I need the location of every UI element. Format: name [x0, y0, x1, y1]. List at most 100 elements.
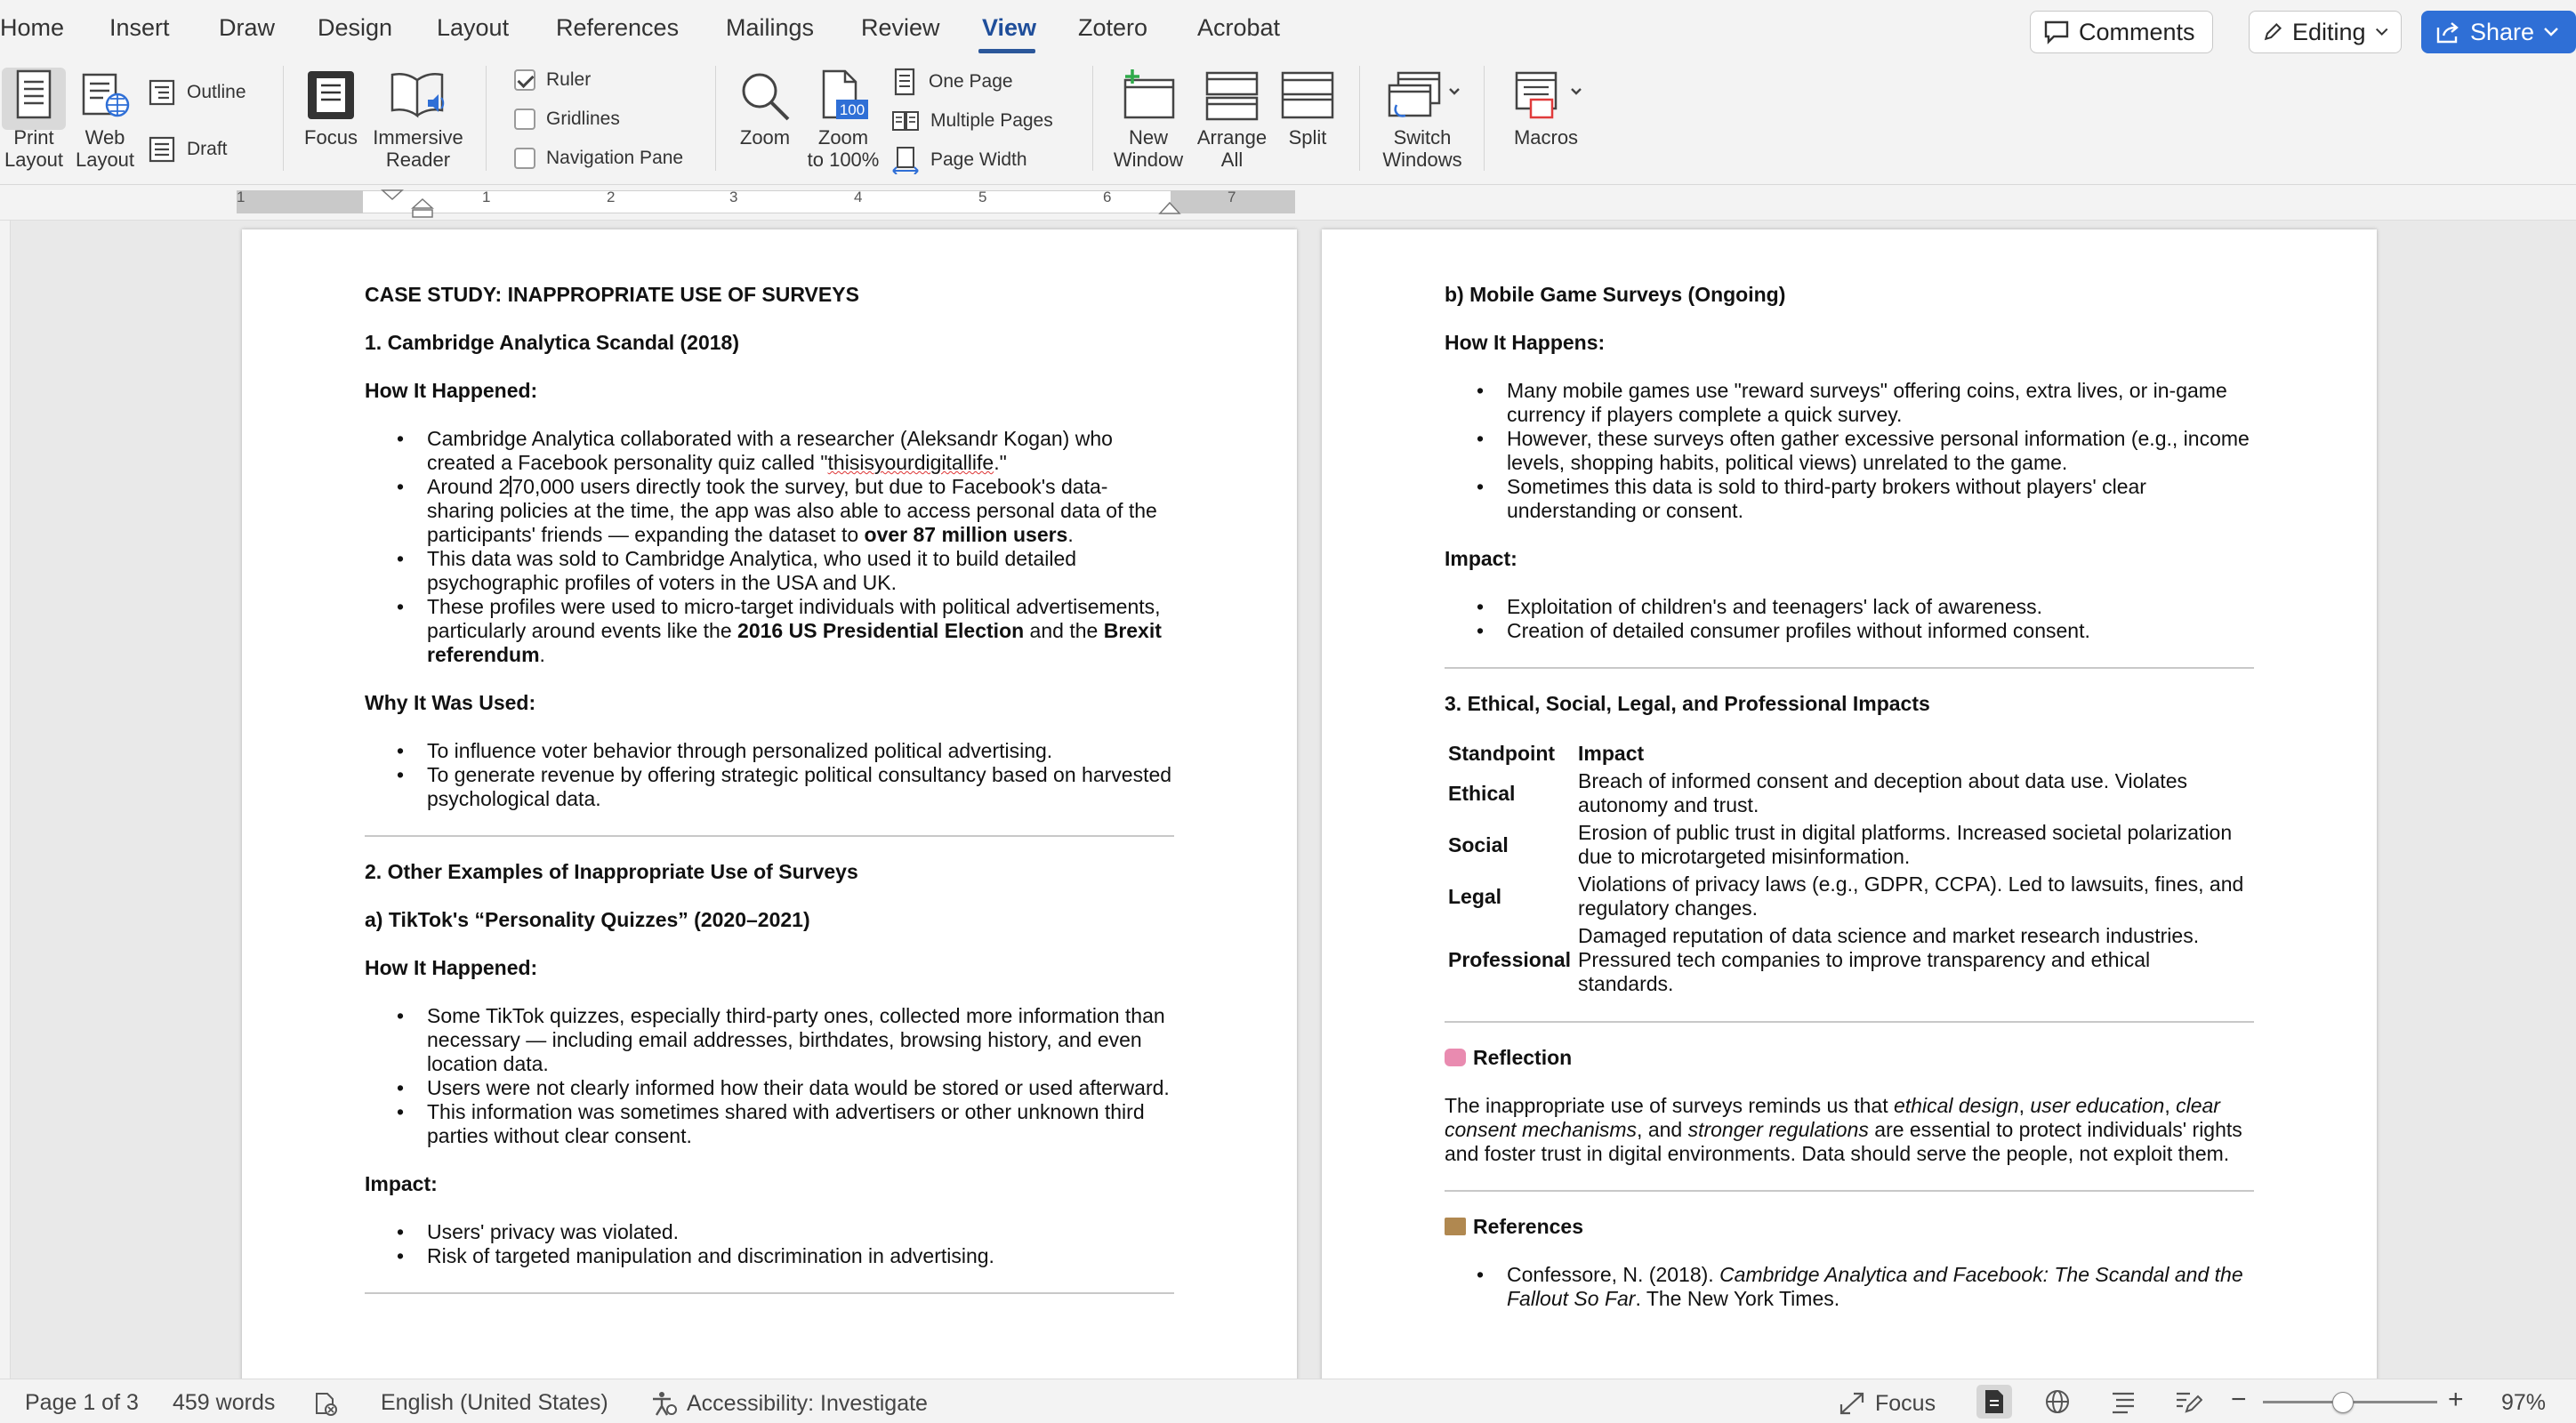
table-cell-standpoint: Social — [1448, 832, 1509, 856]
subheading: How It Happened: — [365, 379, 538, 402]
page-1[interactable]: CASE STUDY: INAPPROPRIATE USE OF SURVEYS… — [242, 229, 1297, 1379]
outline-view-button[interactable] — [2110, 1388, 2137, 1415]
accessibility-button[interactable]: Accessibility: Investigate — [649, 1390, 928, 1417]
share-icon — [2436, 22, 2459, 44]
active-tab-indicator — [978, 49, 1035, 53]
list-item: Some TikTok quizzes, especially third-pa… — [365, 1004, 1174, 1076]
switch-windows-button[interactable]: Switch Windows — [1373, 69, 1471, 171]
page-count[interactable]: Page 1 of 3 — [25, 1390, 139, 1416]
list-item: Users' privacy was violated. — [365, 1220, 1174, 1244]
zoom-out-button[interactable]: − — [2231, 1385, 2247, 1415]
ruler-left-margin — [237, 190, 363, 213]
macros-label: Macros — [1513, 126, 1579, 149]
page-1-content[interactable]: CASE STUDY: INAPPROPRIATE USE OF SURVEYS… — [365, 283, 1174, 1317]
proofing-button[interactable] — [311, 1390, 340, 1417]
page-2-content[interactable]: b) Mobile Game Surveys (Ongoing) How It … — [1445, 283, 2254, 1335]
tab-insert[interactable]: Insert — [109, 14, 170, 42]
draft-button[interactable]: Draft — [148, 135, 228, 164]
tab-review[interactable]: Review — [861, 14, 940, 42]
tab-view[interactable]: View — [982, 14, 1036, 42]
comments-button[interactable]: Comments — [2030, 11, 2213, 53]
language-indicator[interactable]: English (United States) — [381, 1390, 608, 1416]
switch-windows-icon — [1388, 71, 1460, 117]
list-item: However, these surveys often gather exce… — [1445, 427, 2254, 475]
list-item: Around 270,000 users directly took the s… — [365, 475, 1174, 547]
page-2[interactable]: b) Mobile Game Surveys (Ongoing) How It … — [1322, 229, 2377, 1379]
ruler-number: 1 — [237, 189, 246, 205]
ruler-number: 2 — [607, 189, 616, 205]
list-item: This information was sometimes shared wi… — [365, 1100, 1174, 1148]
editing-label: Editing — [2292, 18, 2366, 45]
table-cell-standpoint: Ethical — [1448, 781, 1516, 805]
horizontal-ruler[interactable]: 1 1 2 3 4 5 6 7 — [0, 185, 2576, 221]
share-button[interactable]: Share — [2421, 11, 2576, 53]
macros-button[interactable]: Macros — [1498, 69, 1594, 149]
subheading: Impact: — [365, 1172, 438, 1195]
zoom-100-badge: 100 — [840, 101, 865, 118]
tab-acrobat[interactable]: Acrobat — [1197, 14, 1280, 42]
hanging-indent-marker[interactable] — [411, 197, 434, 219]
tab-draw[interactable]: Draw — [219, 14, 275, 42]
outline-button[interactable]: Outline — [148, 78, 246, 107]
one-page-icon — [894, 68, 915, 96]
zoom-percentage[interactable]: 97% — [2501, 1390, 2546, 1416]
print-layout-icon — [16, 69, 52, 119]
document-canvas[interactable]: CASE STUDY: INAPPROPRIATE USE OF SURVEYS… — [0, 221, 2576, 1379]
editing-mode-button[interactable]: Editing — [2249, 11, 2402, 53]
table-cell-standpoint: Legal — [1448, 884, 1502, 908]
immersive-reader-button[interactable]: Immersive Reader — [370, 69, 466, 171]
arrange-all-label-1: Arrange — [1196, 126, 1268, 149]
subsection-heading: a) TikTok's “Personality Quizzes” (2020–… — [365, 908, 810, 931]
tab-layout[interactable]: Layout — [437, 14, 509, 42]
print-layout-button[interactable]: Print Layout — [0, 69, 68, 171]
outline-icon — [149, 79, 175, 106]
tab-design[interactable]: Design — [318, 14, 392, 42]
tab-home[interactable]: Home — [0, 14, 64, 42]
table-cell-impact: Violations of privacy laws (e.g., GDPR, … — [1578, 872, 2244, 920]
gridlines-checkbox[interactable]: Gridlines — [514, 109, 620, 130]
multiple-pages-label: Multiple Pages — [930, 110, 1053, 131]
one-page-button[interactable]: One Page — [891, 68, 1013, 96]
horizontal-divider — [1445, 1021, 2254, 1023]
subheading: Impact: — [1445, 547, 1517, 570]
print-layout-view-button[interactable] — [1982, 1388, 2007, 1415]
focus-mode-button[interactable]: Focus — [1838, 1390, 1936, 1417]
first-line-indent-marker[interactable] — [381, 189, 404, 201]
draft-view-icon — [2177, 1392, 2202, 1413]
arrange-all-button[interactable]: Arrange All — [1192, 69, 1272, 171]
tab-references[interactable]: References — [556, 14, 679, 42]
word-count[interactable]: 459 words — [173, 1390, 275, 1416]
zoom-in-button[interactable]: + — [2448, 1385, 2464, 1415]
checkbox-unchecked-icon — [514, 109, 535, 130]
tab-zotero[interactable]: Zotero — [1078, 14, 1147, 42]
ribbon-separator — [1092, 66, 1093, 171]
table-row: Social Erosion of public trust in digita… — [1445, 819, 2254, 871]
section-heading: 1. Cambridge Analytica Scandal (2018) — [365, 331, 739, 354]
references-list: Confessore, N. (2018). Cambridge Analyti… — [1445, 1263, 2254, 1311]
zoom-100-button[interactable]: 100 Zoom to 100% — [801, 69, 886, 171]
zoom-button[interactable]: Zoom — [729, 69, 801, 149]
accessibility-label: Accessibility: Investigate — [687, 1390, 928, 1416]
focus-icon — [308, 71, 354, 119]
web-layout-view-button[interactable] — [2044, 1388, 2071, 1415]
new-window-button[interactable]: New Window — [1108, 69, 1188, 171]
ruler-number: 7 — [1228, 189, 1236, 205]
focus-button[interactable]: Focus — [295, 69, 366, 149]
ribbon-tab-bar: Home Insert Draw Design Layout Reference… — [0, 0, 2576, 59]
zoom-slider-thumb[interactable] — [2332, 1392, 2354, 1413]
bullet-list: Users' privacy was violated. Risk of tar… — [365, 1220, 1174, 1268]
reference-item: Confessore, N. (2018). Cambridge Analyti… — [1445, 1263, 2254, 1311]
reflection-paragraph: The inappropriate use of surveys reminds… — [1445, 1094, 2242, 1165]
tab-mailings[interactable]: Mailings — [726, 14, 814, 42]
split-button[interactable]: Split — [1272, 69, 1343, 149]
web-layout-button[interactable]: Web Layout — [71, 69, 139, 171]
navigation-pane-checkbox[interactable]: Navigation Pane — [514, 148, 683, 169]
right-indent-marker[interactable] — [1158, 201, 1181, 215]
horizontal-divider — [365, 1292, 1174, 1294]
list-item: Cambridge Analytica collaborated with a … — [365, 427, 1174, 475]
multiple-pages-button[interactable]: Multiple Pages — [891, 107, 1053, 135]
table-row: Legal Violations of privacy laws (e.g., … — [1445, 871, 2254, 922]
draft-view-button[interactable] — [2174, 1388, 2202, 1415]
page-width-button[interactable]: Page Width — [891, 146, 1027, 174]
ruler-checkbox[interactable]: Ruler — [514, 69, 591, 91]
